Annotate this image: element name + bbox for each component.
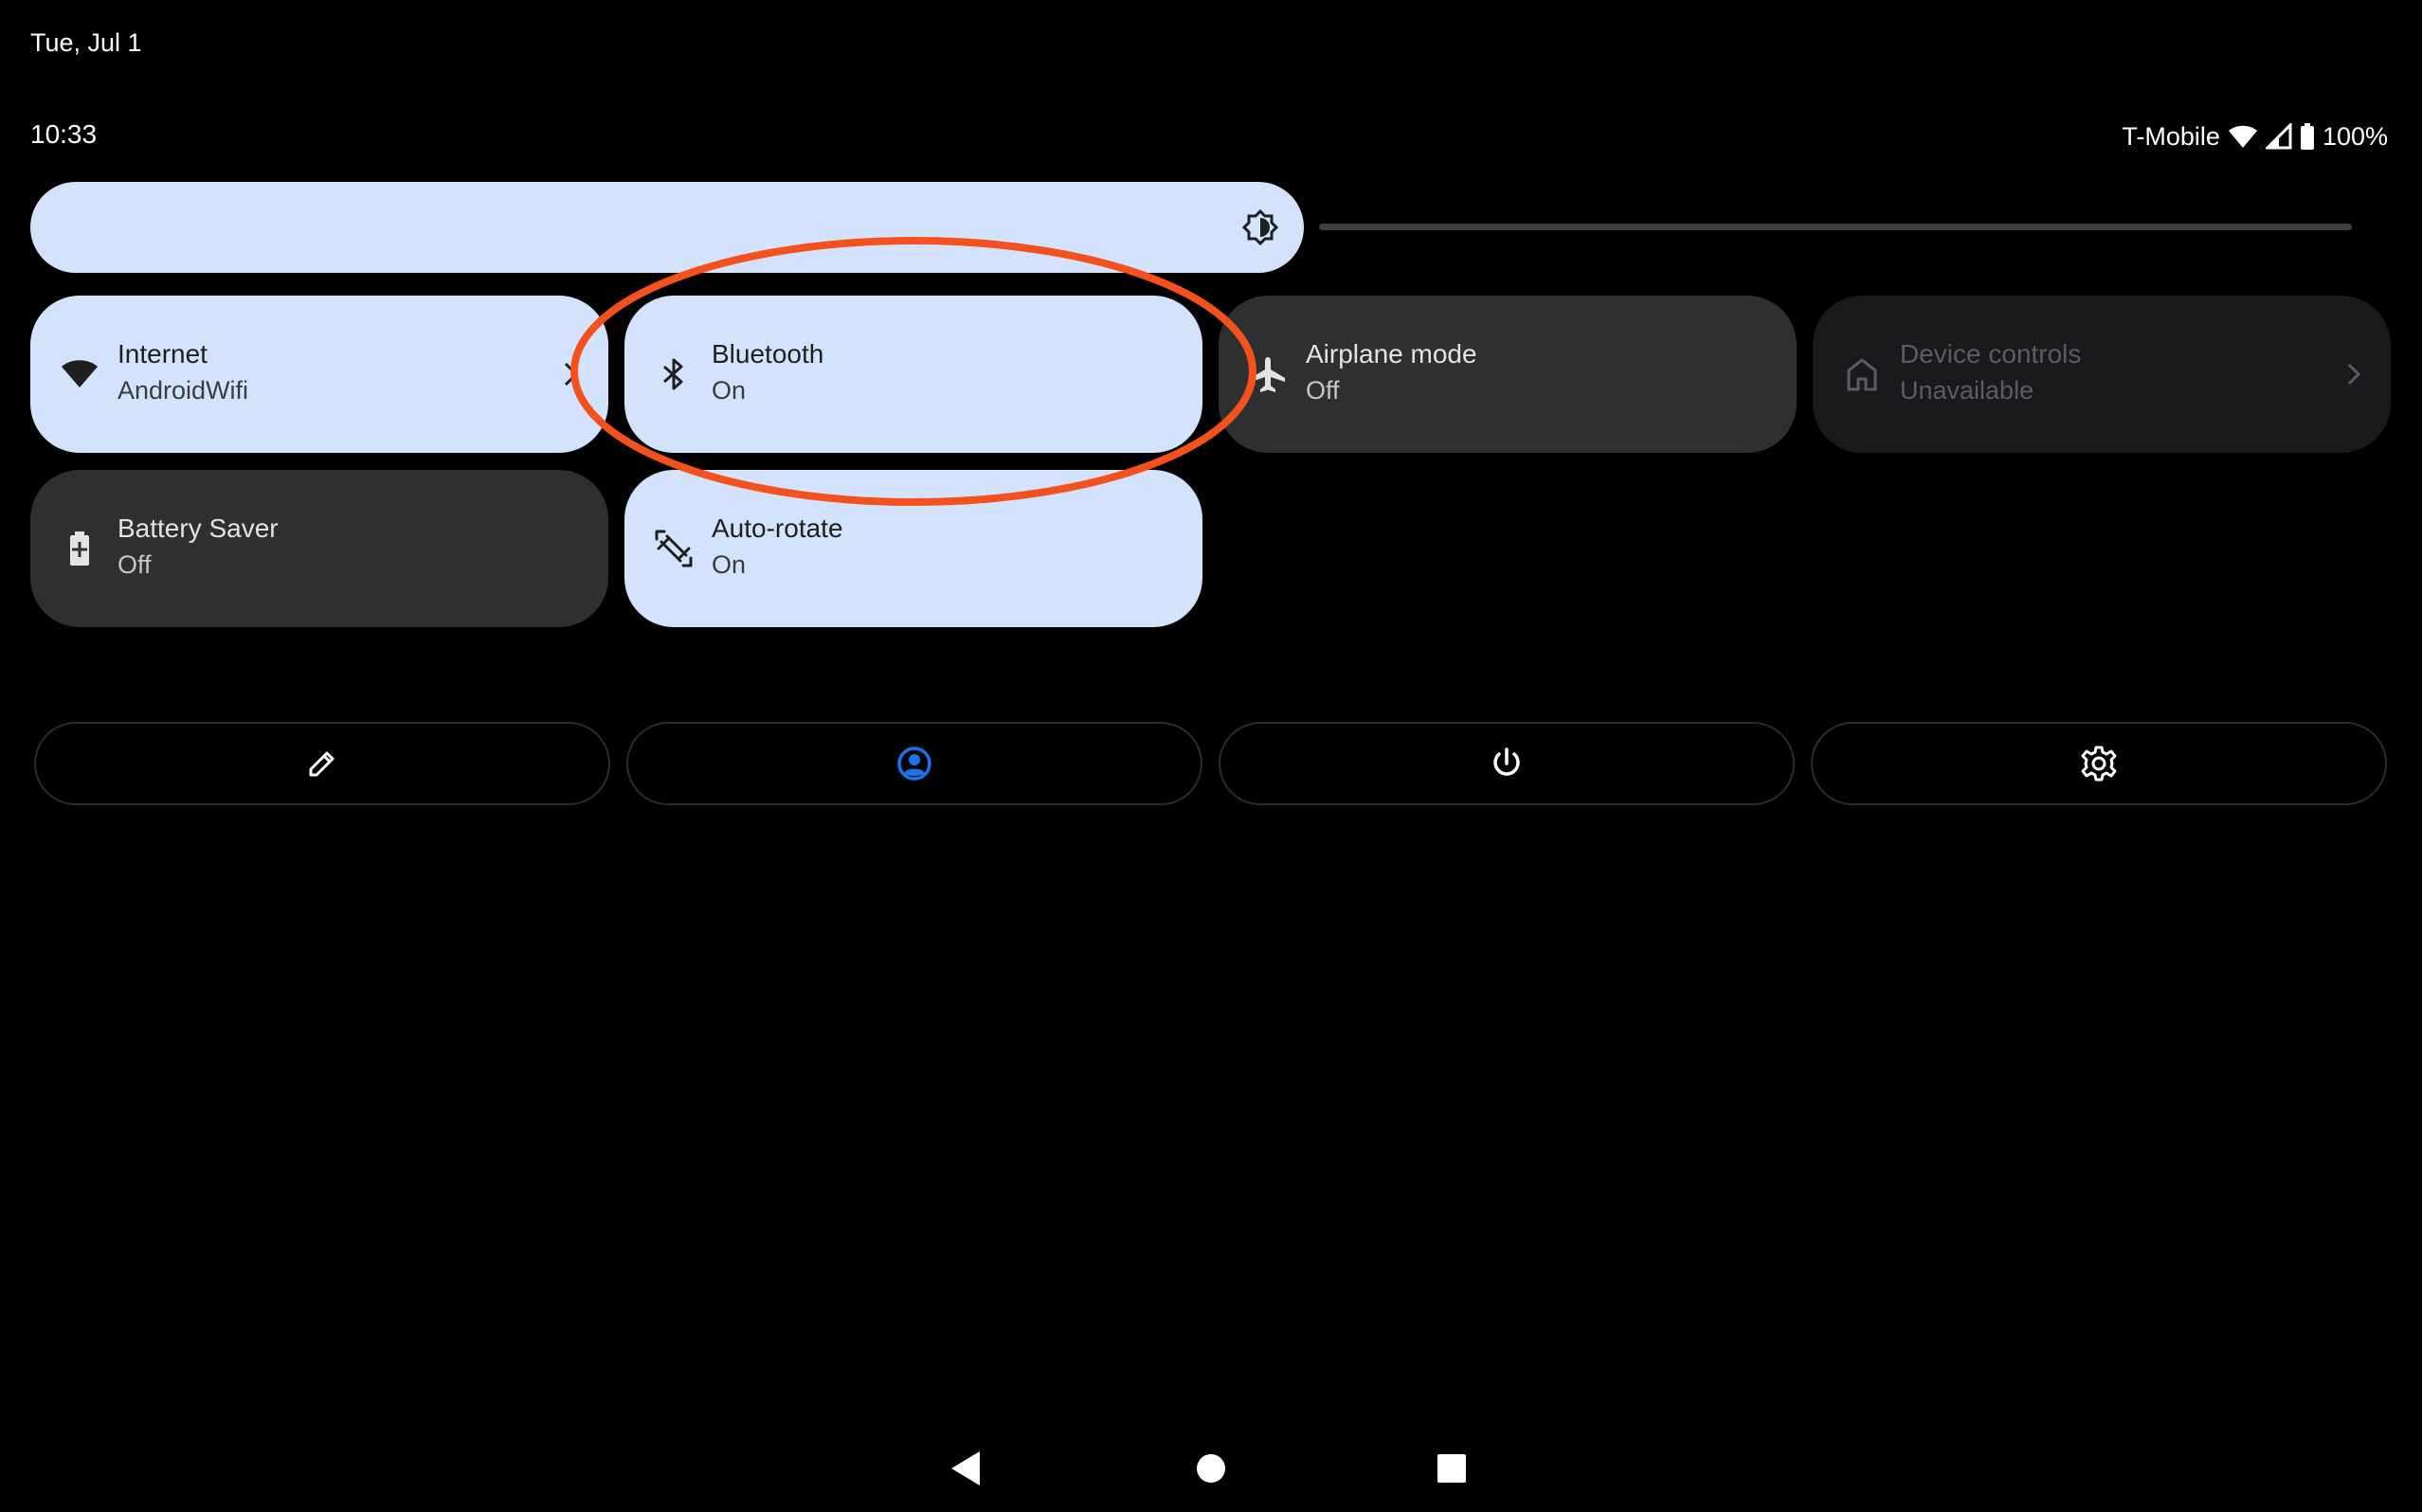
auto-rotate-icon	[655, 530, 693, 567]
tile-auto-rotate[interactable]: Auto-rotate On	[624, 470, 1202, 627]
tile-sublabel: Off	[1306, 376, 1340, 405]
tile-sublabel: On	[712, 376, 747, 405]
back-icon	[951, 1451, 980, 1485]
home-icon	[1847, 358, 1877, 391]
chevron-right-icon[interactable]	[2338, 358, 2370, 390]
power-button[interactable]	[1219, 722, 1795, 805]
nav-home-button[interactable]	[1183, 1440, 1239, 1497]
brightness-auto-icon	[1241, 208, 1279, 246]
tile-sublabel: Off	[117, 550, 152, 579]
status-icons: T-Mobile 100%	[2122, 117, 2388, 155]
settings-icon	[2081, 746, 2117, 782]
battery-saver-icon	[70, 531, 89, 566]
carrier-label: T-Mobile	[2122, 121, 2220, 151]
status-time: 10:33	[30, 119, 98, 149]
tile-device-controls[interactable]: Device controls Unavailable	[1813, 296, 2391, 453]
edit-icon	[309, 751, 334, 777]
tile-internet[interactable]: Internet AndroidWifi	[30, 296, 608, 453]
bluetooth-icon	[663, 358, 683, 390]
tile-label: Device controls	[1900, 339, 2082, 369]
cell-signal-icon	[2265, 123, 2292, 150]
tile-label: Airplane mode	[1306, 339, 1477, 369]
brightness-slider[interactable]	[30, 182, 2352, 273]
chevron-right-icon[interactable]	[555, 358, 587, 390]
user-switcher-button[interactable]	[626, 722, 1202, 805]
status-date: Tue, Jul 1	[30, 28, 142, 57]
nav-recents-button[interactable]	[1423, 1440, 1480, 1497]
battery-icon	[2300, 123, 2315, 150]
nav-back-button[interactable]	[938, 1440, 995, 1497]
tile-label: Internet	[117, 339, 208, 369]
tile-sublabel: Unavailable	[1900, 376, 2034, 405]
tile-label: Auto-rotate	[712, 513, 843, 543]
tile-sublabel: On	[712, 550, 747, 579]
tile-label: Bluetooth	[712, 339, 824, 369]
tile-airplane-mode[interactable]: Airplane mode Off	[1219, 296, 1797, 453]
brightness-fill[interactable]	[30, 182, 1304, 273]
tile-battery-saver[interactable]: Battery Saver Off	[30, 470, 608, 627]
wifi-icon	[62, 360, 98, 387]
edit-button[interactable]	[34, 722, 610, 805]
power-icon	[1493, 747, 1520, 776]
user-icon	[897, 747, 931, 781]
home-circle-icon	[1197, 1454, 1225, 1483]
battery-percent: 100%	[2322, 121, 2388, 151]
recents-icon	[1437, 1454, 1466, 1483]
settings-button[interactable]	[1811, 722, 2387, 805]
airplane-icon	[1251, 357, 1285, 392]
tile-sublabel: AndroidWifi	[117, 376, 249, 405]
tile-bluetooth[interactable]: Bluetooth On	[624, 296, 1202, 453]
tile-label: Battery Saver	[117, 513, 279, 543]
wifi-signal-icon	[2228, 123, 2258, 150]
brightness-track-line	[1319, 224, 2352, 230]
